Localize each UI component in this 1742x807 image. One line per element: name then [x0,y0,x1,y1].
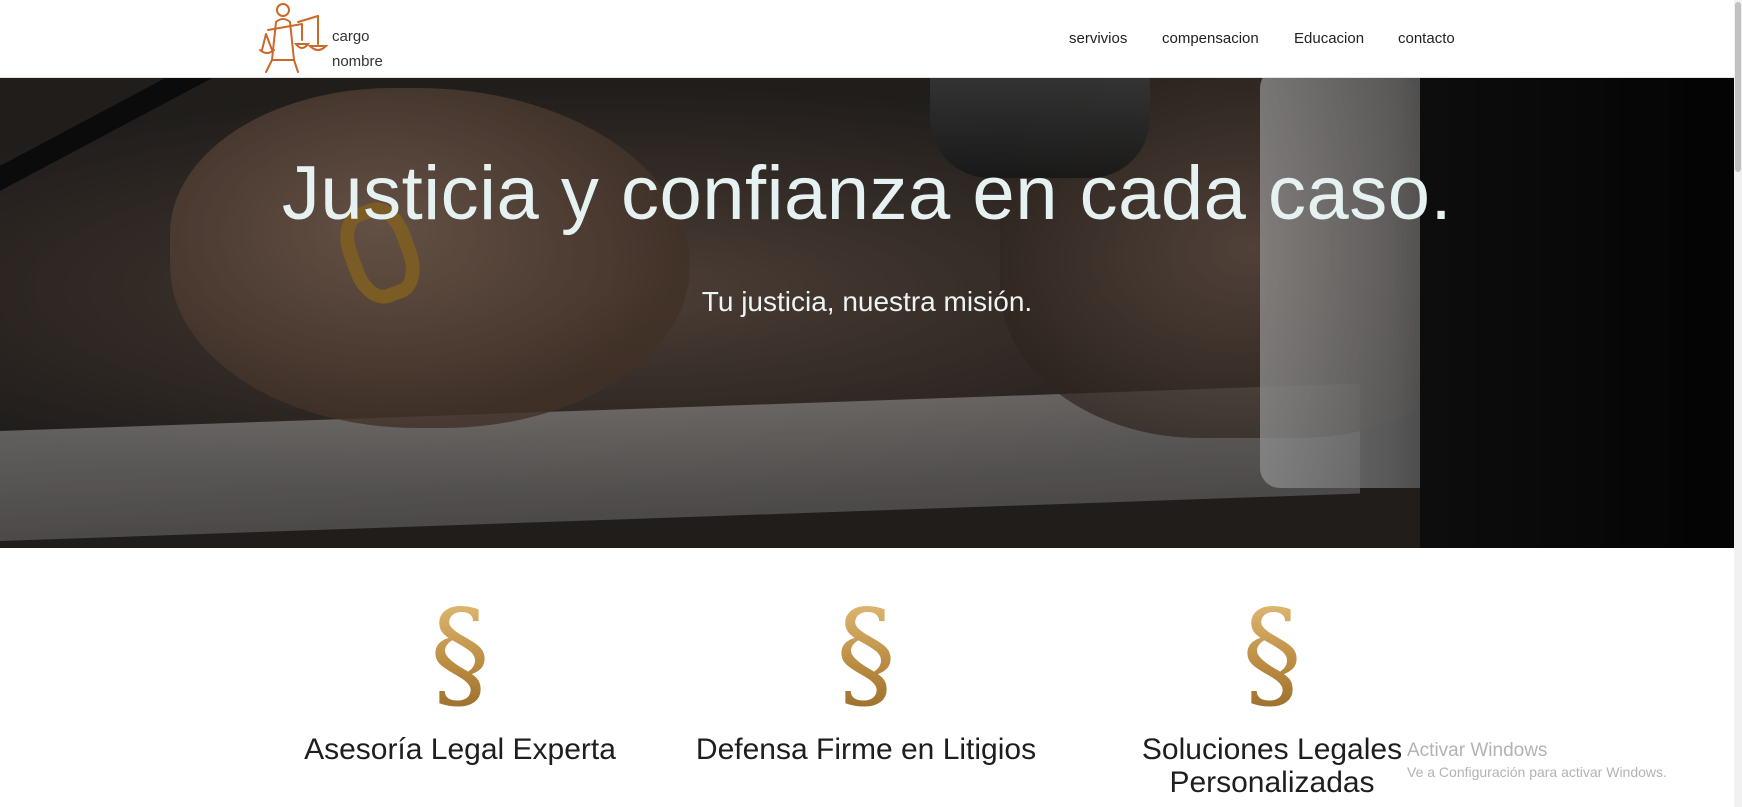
section-sign-icon: § [280,590,640,730]
hero-title: Justicia y confianza en cada caso. [281,151,1453,236]
service-title: Defensa Firme en Litigios [695,733,1037,766]
scales-of-justice-logo[interactable] [258,0,334,74]
service-card-asesoria: § Asesoría Legal Experta [280,590,640,767]
nav-link-compensacion[interactable]: compensacion [1162,26,1259,52]
nav-link-educacion[interactable]: Educacion [1294,26,1364,52]
nav-link-contacto[interactable]: contacto [1398,26,1455,52]
page-scrollbar[interactable] [1734,0,1742,807]
watermark-title: Activar Windows [1407,740,1548,761]
brand-line-1: cargo [332,28,370,45]
watermark-subtitle: Ve a Configuración para activar Windows. [1407,764,1667,780]
brand-line-2: nombre [332,53,383,70]
hero-subtitle: Tu justicia, nuestra misión. [701,286,1033,317]
nav-link-servicios[interactable]: servivios [1069,26,1127,52]
section-sign-icon: § [1092,590,1452,730]
hero-section: Justicia y confianza en cada caso. Tu ju… [0,78,1734,548]
site-header: cargo nombre servivios compensacion Educ… [0,0,1734,78]
windows-activation-watermark: Activar Windows Ve a Configuración para … [1407,739,1667,781]
service-title: Soluciones Legales Personalizadas [1141,733,1403,799]
service-title: Asesoría Legal Experta [304,733,616,766]
brand-name[interactable]: cargo nombre [332,24,383,74]
service-card-soluciones: § Soluciones Legales Personalizadas [1092,590,1452,800]
scrollbar-thumb[interactable] [1735,2,1741,172]
service-card-defensa: § Defensa Firme en Litigios [686,590,1046,767]
section-sign-icon: § [686,590,1046,730]
